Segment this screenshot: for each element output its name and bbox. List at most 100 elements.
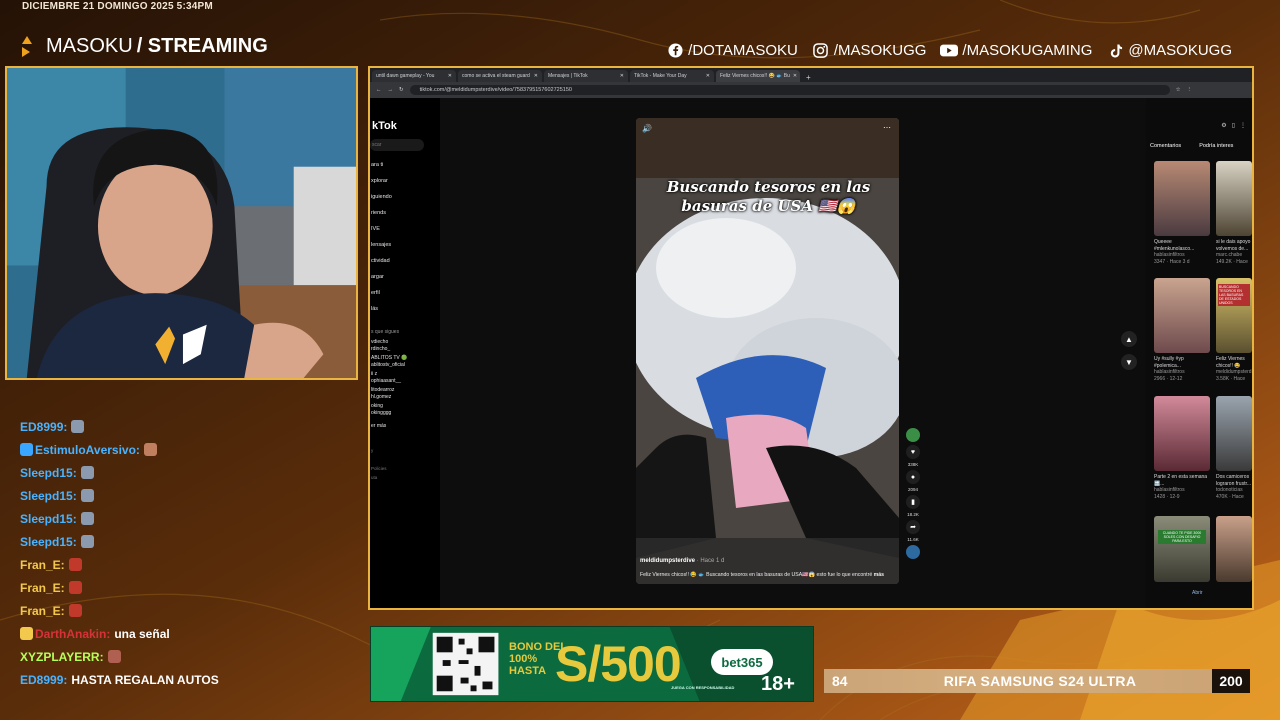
chat-message: ED8999:: [20, 415, 360, 438]
suggested-author: meldidumpsterd: [1216, 369, 1252, 375]
menu-dots-icon[interactable]: ⋮: [1240, 122, 1246, 129]
settings-icon[interactable]: ⚙: [1221, 122, 1226, 129]
suggested-video-thumb[interactable]: [1216, 396, 1252, 471]
menu-dots-icon[interactable]: ⋮: [1187, 87, 1193, 93]
bookmark-star-icon[interactable]: ☆: [1176, 87, 1181, 93]
following-account[interactable]: vdiecho: [371, 339, 388, 345]
suggested-video-thumb[interactable]: BUSCANDO TESOROS EN LAS BASURAS DE ESTAD…: [1216, 278, 1252, 353]
footer-link[interactable]: Policies: [371, 466, 387, 471]
chat-username[interactable]: Sleepd15:: [20, 466, 77, 480]
browser-tab-active[interactable]: Feliz Viernes chicos!! 😂 🐟 Bu ✕: [716, 70, 800, 82]
close-icon[interactable]: ✕: [793, 73, 797, 79]
sidebar-item-friends[interactable]: riends: [371, 210, 386, 216]
close-icon[interactable]: ✕: [706, 73, 710, 79]
following-account[interactable]: ABLITOS TV 🟢: [371, 355, 407, 361]
following-account[interactable]: ophiaasant__: [371, 378, 401, 384]
tiktok-search-input[interactable]: scar: [370, 139, 424, 151]
sidebar-item-para-ti[interactable]: ara ti: [371, 162, 383, 168]
sidebar-item-cargar[interactable]: argar: [371, 274, 384, 280]
sidebar-item-explorar[interactable]: xplorar: [371, 178, 388, 184]
open-link[interactable]: Abrir: [1192, 590, 1203, 596]
suggested-video-info[interactable]: Dos camiceros lograron frustr... todonoti…: [1216, 474, 1252, 500]
social-links: /DOTAMASOKU /MASOKUGG /MASOKUGAMING @MAS…: [666, 42, 1232, 59]
more-link[interactable]: más: [874, 572, 884, 578]
raffle-current-count: 84: [832, 673, 848, 689]
author-name[interactable]: meldidumpsterdive: [640, 558, 695, 564]
tab-podria-interesar[interactable]: Podría interes: [1199, 143, 1233, 149]
bet365-ad-banner[interactable]: BONO DEL 100% HASTA S/500 bet365 18+ JUEGA…: [370, 626, 814, 702]
forward-icon[interactable]: →: [388, 87, 394, 93]
volume-icon[interactable]: 🔊: [642, 124, 652, 133]
suggested-video-info[interactable]: Uy #sully #yp #polemica... hablasinfiltro…: [1154, 356, 1210, 382]
browser-tab[interactable]: until dawn gameplay - You ✕: [372, 70, 456, 82]
bookmark-icon[interactable]: ▮: [906, 495, 920, 509]
tiktok-video-player[interactable]: 🔊 ⋯ Buscando tesoros en las basuras de U…: [636, 118, 899, 584]
chat-username[interactable]: Sleepd15:: [20, 535, 77, 549]
reload-icon[interactable]: ↻: [399, 87, 404, 93]
chat-message: DarthAnakin: una señal: [20, 622, 360, 645]
close-icon[interactable]: ✕: [534, 73, 538, 79]
suggested-video-info[interactable]: Queeee #mlenkunolasco... hablasinfiltros 3…: [1154, 239, 1210, 265]
new-tab-icon[interactable]: +: [802, 73, 815, 82]
following-account[interactable]: ablitostv_oficial: [371, 362, 405, 368]
suggested-video-info[interactable]: Parte 2 en esta semana 🔜... hablasinfiltr…: [1154, 474, 1210, 500]
close-icon[interactable]: ✕: [620, 73, 624, 79]
following-account[interactable]: rdincho_: [371, 346, 390, 352]
back-icon[interactable]: ←: [376, 87, 382, 93]
sidebar-item-perfil[interactable]: erfil: [371, 290, 380, 296]
suggested-video-thumb[interactable]: [1216, 161, 1252, 236]
chat-username[interactable]: Sleepd15:: [20, 512, 77, 526]
suggested-video-thumb[interactable]: [1154, 396, 1210, 471]
heart-icon[interactable]: ♥: [906, 445, 920, 459]
suggested-video-info[interactable]: si le dais apoyo volvemos de... marc.chab…: [1216, 239, 1252, 265]
phone-icon[interactable]: ▯: [1232, 122, 1235, 129]
video-author[interactable]: meldidumpsterdive · Hace 1 d: [640, 558, 724, 564]
chat-username[interactable]: ED8999:: [20, 673, 67, 687]
chat-username[interactable]: Sleepd15:: [20, 489, 77, 503]
sound-disc-icon[interactable]: [906, 545, 920, 559]
chat-username[interactable]: XYZPLAYERR:: [20, 650, 104, 664]
tiktok-logo[interactable]: kTok: [372, 120, 397, 132]
next-video-icon[interactable]: ▼: [1121, 354, 1137, 370]
following-account[interactable]: okingggg: [371, 410, 391, 416]
close-icon[interactable]: ✕: [448, 73, 452, 79]
chat-username[interactable]: Fran_E:: [20, 558, 65, 572]
following-account[interactable]: oking: [371, 403, 383, 409]
suggested-video-thumb[interactable]: [1216, 516, 1252, 582]
sidebar-item-mas[interactable]: lás: [371, 306, 378, 312]
sidebar-item-actividad[interactable]: ctividad: [371, 258, 390, 264]
chat-badge-icon: [20, 627, 33, 640]
address-bar[interactable]: tiktok.com/@meldidumpsterdive/video/7583…: [409, 85, 1170, 95]
chat-username[interactable]: ED8999:: [20, 420, 67, 434]
tab-comentarios[interactable]: Comentarios: [1150, 143, 1181, 149]
sidebar-item-mensajes[interactable]: lensajes: [371, 242, 391, 248]
see-more-link[interactable]: er más: [371, 423, 386, 429]
following-account[interactable]: ii z: [371, 371, 377, 377]
sidebar-item-siguiendo[interactable]: iguiendo: [371, 194, 392, 200]
suggested-video-thumb[interactable]: [1154, 161, 1210, 236]
chat-username[interactable]: EstimuloAversivo:: [35, 443, 140, 457]
suggested-video-info[interactable]: Feliz Viernes chicos!! 😂 meldidumpsterd 3.…: [1216, 356, 1252, 382]
chat-username[interactable]: Fran_E:: [20, 604, 65, 618]
browser-tab[interactable]: Mensajes | TikTok ✕: [544, 70, 628, 82]
comment-icon[interactable]: ●: [906, 470, 920, 484]
footer-link[interactable]: uta: [371, 475, 377, 480]
chat-message: Sleepd15:: [20, 484, 360, 507]
browser-tab[interactable]: como se activa el steam guard ✕: [458, 70, 542, 82]
creator-avatar[interactable]: [906, 428, 920, 442]
suggested-video-thumb[interactable]: CUANDO TE PIDE 3000 SOLES CON DESAFIO PA…: [1154, 516, 1210, 582]
previous-video-icon[interactable]: ▲: [1121, 331, 1137, 347]
tab-label: como se activa el steam guard: [462, 73, 530, 79]
screen-capture: until dawn gameplay - You ✕ como se activ…: [368, 66, 1254, 610]
chat-username[interactable]: Fran_E:: [20, 581, 65, 595]
following-account[interactable]: hl.gomez: [371, 394, 391, 400]
more-options-icon[interactable]: ⋯: [883, 123, 891, 132]
suggested-video-thumb[interactable]: [1154, 278, 1210, 353]
share-icon[interactable]: ➦: [906, 520, 920, 534]
browser-tab[interactable]: TikTok - Make Your Day ✕: [630, 70, 714, 82]
chat-username[interactable]: DarthAnakin:: [35, 627, 110, 641]
footer-link[interactable]: y: [371, 448, 373, 453]
social-tiktok: @MASOKUGG: [1106, 42, 1232, 59]
sidebar-item-live[interactable]: IVE: [371, 226, 380, 232]
following-account[interactable]: litodearroz: [371, 387, 394, 393]
